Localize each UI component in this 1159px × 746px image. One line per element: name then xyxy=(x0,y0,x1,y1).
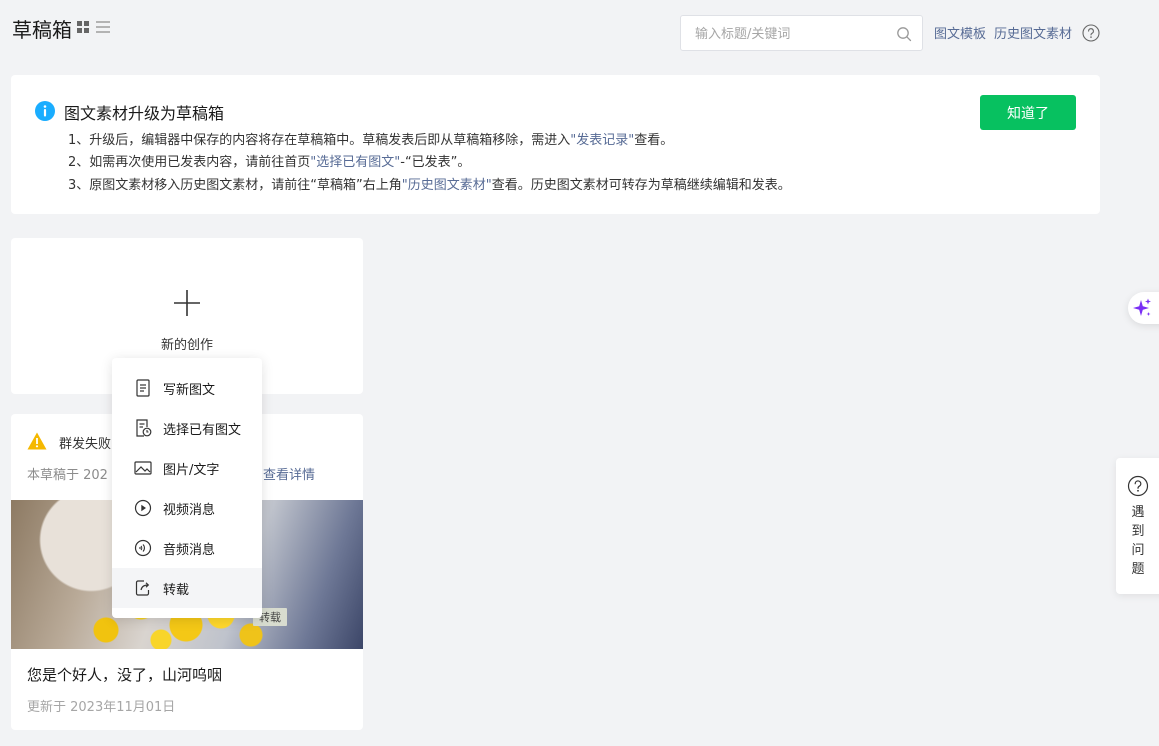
list-view-icon[interactable] xyxy=(96,21,110,33)
warning-icon xyxy=(27,432,47,450)
sparkle-icon xyxy=(1133,298,1151,316)
history-materials-link[interactable]: 历史图文素材 xyxy=(994,23,1072,42)
draft-note: 本草稿于 202 xyxy=(27,468,108,483)
notice-line-3: 3、原图文素材移入历史图文素材，请前往“草稿箱”右上角"历史图文素材"查看。历史… xyxy=(68,174,791,193)
help-float-button[interactable]: 遇到问题 xyxy=(1116,458,1159,594)
help-float-label: 遇到问题 xyxy=(1131,505,1145,577)
notice-line-1-tail: 查看。 xyxy=(634,133,674,148)
menu-item-select-existing[interactable]: 选择已有图文 xyxy=(112,408,262,448)
new-creation-label: 新的创作 xyxy=(160,338,213,353)
menu-item-label: 写新图文 xyxy=(163,382,216,398)
image-icon xyxy=(134,461,152,475)
notice-line-1: 1、升级后，编辑器中保存的内容将存在草稿箱中。草稿发表后即从草稿箱移除，需进入"… xyxy=(68,129,673,148)
warning-text: 群发失败 xyxy=(59,437,112,452)
info-icon xyxy=(35,101,55,121)
play-icon xyxy=(134,499,152,517)
upgrade-notice: 图文素材升级为草稿箱 1、升级后，编辑器中保存的内容将存在草稿箱中。草稿发表后即… xyxy=(11,75,1100,214)
audio-icon xyxy=(134,539,152,557)
view-detail-link[interactable]: 查看详情 xyxy=(263,464,315,483)
menu-item-label: 音频消息 xyxy=(163,542,216,558)
notice-line-1-text: 1、升级后，编辑器中保存的内容将存在草稿箱中。草稿发表后即从草稿箱移除，需进入 xyxy=(68,133,571,148)
menu-item-label: 视频消息 xyxy=(163,502,216,518)
document-icon xyxy=(136,379,150,397)
ai-assistant-button[interactable] xyxy=(1128,292,1159,324)
menu-item-new-article[interactable]: 写新图文 xyxy=(112,368,262,408)
help-icon[interactable] xyxy=(1082,24,1100,42)
draft-updated-date: 更新于 2023年11月01日 xyxy=(27,700,176,715)
notice-line-3-text: 3、原图文素材移入历史图文素材，请前往“草稿箱”右上角 xyxy=(68,178,402,193)
publish-record-link[interactable]: "发表记录" xyxy=(570,133,634,148)
menu-item-repost[interactable]: 转载 xyxy=(112,568,262,608)
notice-line-2-text: 2、如需再次使用已发表内容，请前往首页 xyxy=(68,155,311,170)
notice-line-3-tail: 查看。历史图文素材可转存为草稿继续编辑和发表。 xyxy=(491,178,791,193)
history-link-inline[interactable]: "历史图文素材" xyxy=(402,178,492,193)
notice-line-2-tail: -“已发表”。 xyxy=(400,155,471,170)
document-clock-icon xyxy=(136,419,152,437)
menu-item-label: 转载 xyxy=(163,582,190,598)
page-title: 草稿箱 xyxy=(12,18,72,42)
search-icon[interactable] xyxy=(896,26,912,42)
menu-item-label: 选择已有图文 xyxy=(163,422,242,438)
plus-icon xyxy=(174,290,200,316)
menu-item-audio[interactable]: 音频消息 xyxy=(112,528,262,568)
question-icon xyxy=(1127,475,1149,497)
draft-title: 您是个好人，没了，山河呜咽 xyxy=(27,666,223,684)
menu-item-label: 图片/文字 xyxy=(163,462,220,478)
new-creation-menu: 写新图文 选择已有图文 图片/文字 视频消息 音频消息 转载 xyxy=(112,358,262,618)
search-box xyxy=(680,15,923,51)
notice-title: 图文素材升级为草稿箱 xyxy=(64,104,225,123)
grid-view-icon[interactable] xyxy=(77,21,89,33)
menu-item-video[interactable]: 视频消息 xyxy=(112,488,262,528)
repost-icon xyxy=(135,580,150,596)
menu-item-image-text[interactable]: 图片/文字 xyxy=(112,448,262,488)
search-input[interactable] xyxy=(695,24,885,44)
template-link[interactable]: 图文模板 xyxy=(934,23,986,42)
select-existing-link[interactable]: "选择已有图文" xyxy=(310,155,400,170)
notice-line-2: 2、如需再次使用已发表内容，请前往首页"选择已有图文"-“已发表”。 xyxy=(68,151,470,170)
got-it-button[interactable]: 知道了 xyxy=(980,95,1076,130)
